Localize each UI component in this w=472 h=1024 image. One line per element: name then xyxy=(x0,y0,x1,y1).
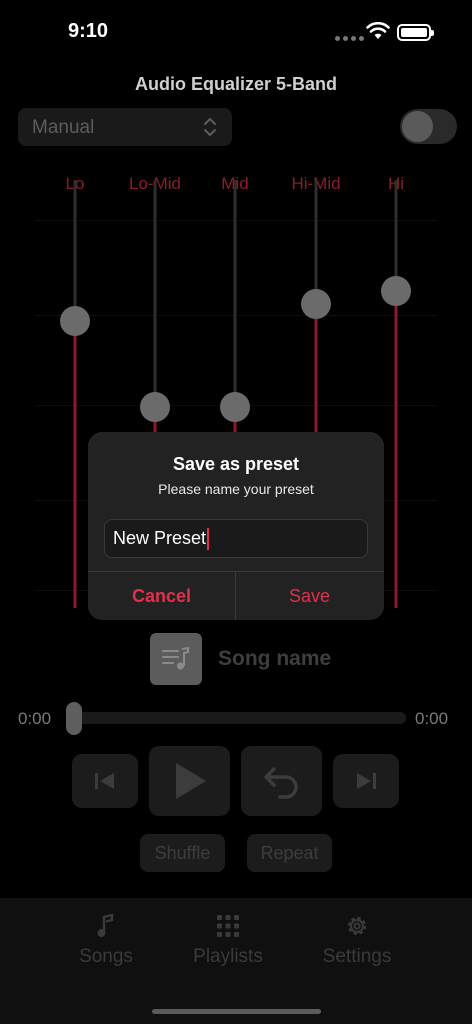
undo-icon xyxy=(263,767,298,799)
page-title: Audio Equalizer 5-Band xyxy=(134,74,338,94)
tab-playlists-label: Playlists xyxy=(193,946,263,967)
next-button[interactable] xyxy=(333,754,399,808)
tab-songs[interactable]: Songs xyxy=(46,912,166,968)
eq-slider-thumb[interactable] xyxy=(220,391,250,422)
time-elapsed: 0:00 xyxy=(18,709,52,728)
preset-select-value: Manual xyxy=(32,117,95,138)
wifi-icon xyxy=(366,22,390,39)
cellular-icon xyxy=(335,36,364,41)
grid-icon xyxy=(217,915,239,937)
eq-slider-fill xyxy=(73,321,77,608)
preset-name-input[interactable]: New Preset xyxy=(104,519,368,558)
battery-icon xyxy=(397,24,434,41)
eq-slider-thumb[interactable] xyxy=(381,276,411,307)
tab-settings-label: Settings xyxy=(322,946,392,967)
skip-back-icon xyxy=(95,773,114,789)
progress-thumb[interactable] xyxy=(66,702,82,735)
gear-icon xyxy=(347,916,367,936)
save-preset-dialog: Save as preset Please name your preset N… xyxy=(88,432,384,620)
eq-slider-thumb[interactable] xyxy=(301,289,331,320)
previous-button[interactable] xyxy=(72,754,138,808)
status-time: 9:10 xyxy=(68,20,109,42)
tab-settings[interactable]: Settings xyxy=(297,912,417,968)
play-icon xyxy=(175,763,206,799)
dialog-message: Please name your preset xyxy=(158,481,314,497)
cancel-button[interactable]: Cancel xyxy=(88,572,235,620)
album-art xyxy=(150,633,202,685)
time-total: 0:00 xyxy=(415,709,449,728)
chevron-up-down-icon xyxy=(204,118,216,136)
shuffle-button[interactable]: Shuffle xyxy=(140,834,225,872)
music-list-icon xyxy=(162,646,189,670)
skip-forward-icon xyxy=(357,773,376,789)
home-indicator xyxy=(152,1009,321,1014)
text-caret xyxy=(207,527,210,550)
preset-select[interactable]: Manual xyxy=(18,108,232,146)
eq-slider-thumb[interactable] xyxy=(60,306,90,337)
play-button[interactable] xyxy=(149,746,230,816)
preset-name-value: New Preset xyxy=(113,528,207,548)
repeat-button[interactable]: Repeat xyxy=(247,834,332,872)
replay-button[interactable] xyxy=(241,746,322,816)
progress-track[interactable] xyxy=(68,712,406,724)
tab-playlists[interactable]: Playlists xyxy=(168,912,288,968)
music-note-icon xyxy=(97,913,114,937)
tab-songs-label: Songs xyxy=(79,946,133,967)
eq-enable-toggle[interactable] xyxy=(400,109,457,144)
eq-slider-fill xyxy=(394,291,398,608)
tab-bar: Songs Playlists Settings xyxy=(0,898,472,1024)
save-button[interactable]: Save xyxy=(236,572,383,620)
eq-slider-thumb[interactable] xyxy=(140,391,170,422)
dialog-title: Save as preset xyxy=(172,454,300,474)
status-bar: 9:10 xyxy=(0,0,472,60)
song-name: Song name xyxy=(218,647,332,670)
